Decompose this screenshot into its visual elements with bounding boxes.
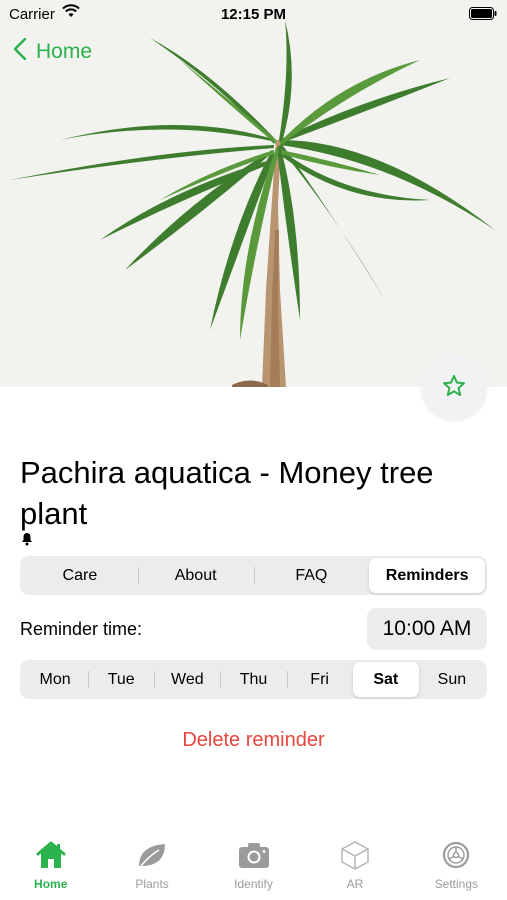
day-label: Thu: [239, 670, 268, 688]
reminder-time-label: Reminder time:: [20, 619, 143, 639]
day-label: Sat: [373, 670, 399, 688]
tab-identify[interactable]: Identify: [203, 836, 304, 900]
cube-icon: [338, 840, 372, 875]
leaf-icon: [135, 840, 169, 875]
segment-label: About: [174, 566, 217, 584]
tab-label: Settings: [434, 877, 478, 891]
day-tue[interactable]: Tue: [88, 662, 154, 697]
back-button[interactable]: Home: [13, 37, 93, 66]
status-bar: Carrier 12:15 PM: [0, 0, 507, 28]
delete-reminder-button[interactable]: Delete reminder: [0, 729, 507, 752]
tab-ar[interactable]: AR: [304, 836, 405, 900]
segment-label: Care: [62, 566, 98, 584]
day-thu[interactable]: Thu: [220, 662, 286, 697]
day-label: Sun: [437, 670, 467, 688]
gear-icon: [439, 840, 473, 875]
day-label: Fri: [310, 670, 329, 688]
day-sun[interactable]: Sun: [419, 662, 485, 697]
tab-label: AR: [346, 877, 364, 891]
day-mon[interactable]: Mon: [22, 662, 88, 697]
tab-faq[interactable]: FAQ: [253, 558, 370, 593]
tab-label: Identify: [234, 877, 273, 891]
clock: 12:15 PM: [220, 6, 287, 23]
day-label: Tue: [107, 670, 135, 688]
day-label: Mon: [39, 670, 71, 688]
day-fri[interactable]: Fri: [286, 662, 353, 697]
chevron-left-icon: [13, 37, 27, 66]
reminder-time-picker[interactable]: 10:00 AM: [367, 608, 487, 650]
tab-bar: Home Plants Identify AR Settings: [0, 836, 507, 900]
tab-plants[interactable]: Plants: [101, 836, 202, 900]
tab-home[interactable]: Home: [0, 836, 101, 900]
day-sat[interactable]: Sat: [352, 662, 419, 697]
tab-settings[interactable]: Settings: [406, 836, 507, 900]
home-icon: [34, 840, 68, 875]
tab-reminders[interactable]: Reminders: [369, 558, 485, 593]
segment-label: Reminders: [385, 566, 469, 584]
section-segmented-control: Care About FAQ Reminders: [20, 556, 487, 595]
camera-icon: [237, 840, 271, 875]
battery-icon: [469, 7, 497, 24]
favorite-button[interactable]: [421, 355, 487, 421]
day-label: Wed: [171, 670, 204, 688]
day-wed[interactable]: Wed: [154, 662, 220, 697]
tab-care[interactable]: Care: [22, 558, 138, 593]
plant-title: Pachira aquatica - Money tree plant: [20, 455, 434, 531]
tab-label: Plants: [135, 877, 169, 891]
weekday-selector: Mon Tue Wed Thu Fri Sat Sun: [20, 660, 487, 699]
back-label: Home: [36, 40, 93, 63]
tab-label: Home: [34, 877, 68, 891]
bell-icon: [20, 532, 34, 551]
tab-about[interactable]: About: [137, 558, 254, 593]
star-icon: [442, 374, 466, 403]
segment-label: FAQ: [295, 566, 328, 584]
